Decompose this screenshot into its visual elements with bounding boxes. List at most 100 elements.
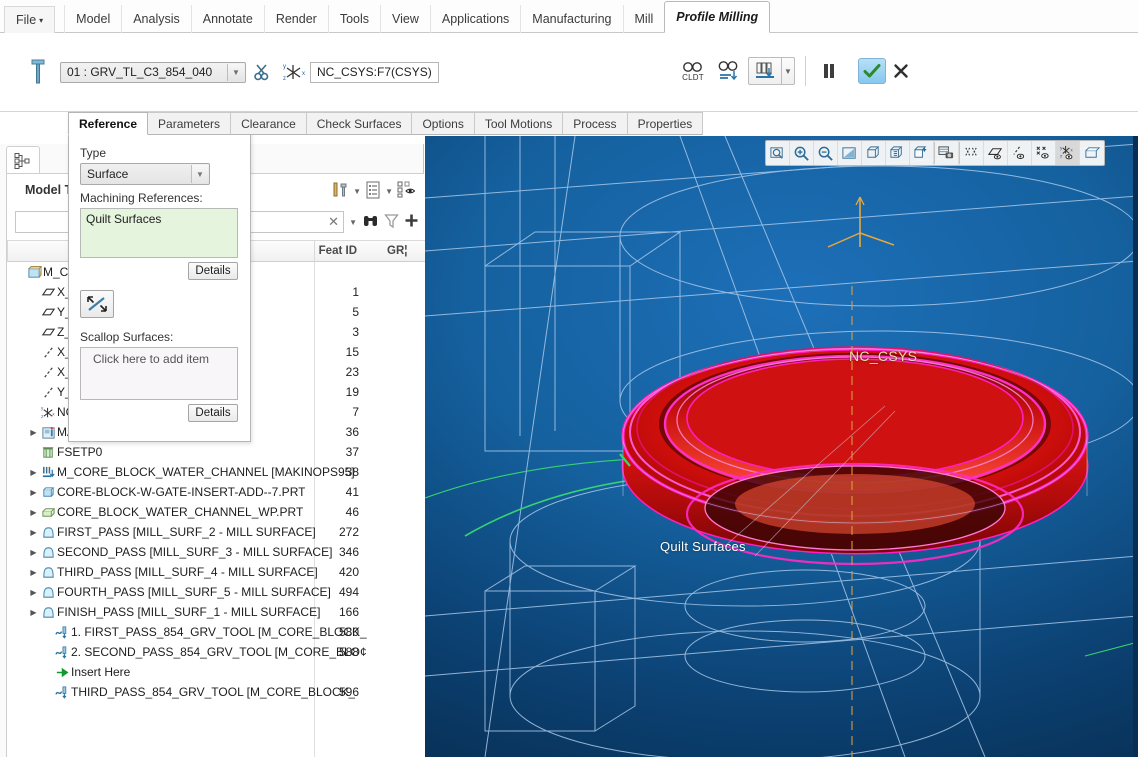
machining-references-details-button[interactable]: Details <box>188 262 238 280</box>
panel-tab-check-surfaces[interactable]: Check Surfaces <box>305 112 413 135</box>
tree-row[interactable]: ▶ FINISH_PASS [MILL_SURF_1 - MILL SURFACE… <box>7 602 425 622</box>
viewport-annotation-display-icon[interactable] <box>1080 141 1104 165</box>
model-tree-icon[interactable] <box>6 146 40 174</box>
ribbon-tab-annotate[interactable]: Annotate <box>190 5 265 33</box>
tree-columns-icon[interactable] <box>365 181 381 202</box>
ribbon-tab-view[interactable]: View <box>380 5 431 33</box>
ribbon-tab-profile-milling[interactable]: Profile Milling <box>664 1 771 33</box>
cldt-button[interactable]: CLDT <box>676 54 710 88</box>
settings-tools-icon[interactable] <box>331 181 349 202</box>
viewport-zoom-box-icon[interactable] <box>766 141 790 165</box>
tree-row[interactable]: FSETP0 37 <box>7 442 425 462</box>
tree-row[interactable]: ▶ CORE-BLOCK-W-GATE-INSERT-ADD--7.PRT 41 <box>7 482 425 502</box>
coordinate-system-icon[interactable]: y z x <box>280 61 310 83</box>
tree-row[interactable]: 1. FIRST_PASS_854_GRV_TOOL [M_CORE_BLOCK… <box>7 622 425 642</box>
viewport-refit-icon[interactable] <box>838 141 862 165</box>
chevron-down-icon[interactable]: ▼ <box>385 187 393 196</box>
panel-tab-reference[interactable]: Reference <box>68 112 149 135</box>
tree-row[interactable]: ▶ THIRD_PASS [MILL_SURF_4 - MILL SURFACE]… <box>7 562 425 582</box>
viewport-saved-views-icon[interactable] <box>886 141 910 165</box>
ok-button[interactable] <box>858 58 886 84</box>
expand-arrow-icon[interactable]: ▶ <box>27 608 40 617</box>
tree-row[interactable]: ▶ M_CORE_BLOCK_WATER_CHANNEL [MAKINOPS95]… <box>7 462 425 482</box>
viewport-zoom-out-icon[interactable] <box>814 141 838 165</box>
viewport-axis-display-icon[interactable] <box>1008 141 1032 165</box>
tree-row-feat-id: 7 <box>352 405 359 419</box>
panel-tab-tool-motions[interactable]: Tool Motions <box>473 112 564 135</box>
tree-row[interactable]: THIRD_PASS_854_GRV_TOOL [M_CORE_BLOCK_ 59… <box>7 682 425 702</box>
expand-arrow-icon[interactable]: ▶ <box>27 568 40 577</box>
panel-tab-options[interactable]: Options <box>411 112 475 135</box>
svg-text:z: z <box>1060 154 1063 159</box>
ribbon-tab-render[interactable]: Render <box>263 5 329 33</box>
viewport-plane-display-icon[interactable] <box>984 141 1008 165</box>
ribbon-tab-model[interactable]: Model <box>64 5 123 33</box>
expand-arrow-icon[interactable]: ▶ <box>27 588 40 597</box>
ribbon-tab-label: Manufacturing <box>532 12 612 26</box>
column-header-feat-id[interactable]: Feat ID <box>297 241 357 262</box>
viewport-toolbar[interactable]: yz x <box>765 140 1105 166</box>
tree-row[interactable]: ▶ CORE_BLOCK_WATER_CHANNEL_WP.PRT 46 <box>7 502 425 522</box>
ribbon-tab-file[interactable]: File ▾ <box>4 6 56 33</box>
panel-tab-process[interactable]: Process <box>562 112 628 135</box>
cancel-button[interactable] <box>888 58 914 84</box>
viewport-zoom-in-icon[interactable] <box>790 141 814 165</box>
chevron-down-icon[interactable]: ▼ <box>349 218 357 227</box>
viewport-csys-display-icon[interactable]: yz x <box>1056 141 1080 165</box>
viewport-point-display-icon[interactable] <box>1032 141 1056 165</box>
clear-x-icon[interactable]: ✕ <box>328 214 339 230</box>
ribbon-tab-analysis[interactable]: Analysis <box>121 5 192 33</box>
pause-button[interactable] <box>816 58 842 84</box>
tree-row-feat-id: 36 <box>345 425 359 439</box>
add-plus-icon[interactable] <box>404 213 419 231</box>
ribbon-tab-applications[interactable]: Applications <box>429 5 522 33</box>
workcell-icon <box>40 425 57 440</box>
scallop-placeholder[interactable]: Click here to add item <box>93 352 232 366</box>
tree-row[interactable]: Insert Here <box>7 662 425 682</box>
play-toolpath-button[interactable] <box>712 54 746 88</box>
chevron-down-icon[interactable]: ▼ <box>227 63 244 81</box>
tree-row[interactable]: ▶ FIRST_PASS [MILL_SURF_2 - MILL SURFACE]… <box>7 522 425 542</box>
tree-filter-display-icon[interactable] <box>397 181 417 202</box>
list-item[interactable]: Quilt Surfaces <box>86 212 232 226</box>
csys-reference-field[interactable]: NC_CSYS:F7(CSYS) <box>310 61 439 83</box>
tree-row[interactable]: 2. SECOND_PASS_854_GRV_TOOL [M_CORE_BLO¢… <box>7 642 425 662</box>
expand-arrow-icon[interactable]: ▶ <box>27 488 40 497</box>
chevron-down-icon[interactable]: ▼ <box>353 187 361 196</box>
panel-tab-parameters[interactable]: Parameters <box>147 112 232 135</box>
expand-arrow-icon[interactable]: ▶ <box>27 468 40 477</box>
filter-funnel-icon[interactable] <box>384 213 399 232</box>
scissors-icon[interactable] <box>246 62 280 82</box>
panel-tab-clearance[interactable]: Clearance <box>230 112 307 135</box>
scallop-surfaces-list[interactable]: Click here to add item <box>80 347 238 400</box>
expand-arrow-icon[interactable]: ▶ <box>27 508 40 517</box>
expand-arrow-icon[interactable]: ▶ <box>27 428 40 437</box>
toolpath-display-button[interactable] <box>748 57 782 85</box>
find-binoculars-icon[interactable] <box>362 213 379 232</box>
ribbon-tab-tools[interactable]: Tools <box>327 5 381 33</box>
viewport-view-manager-icon[interactable] <box>910 141 934 165</box>
ribbon-tab-manufacturing[interactable]: Manufacturing <box>520 5 624 33</box>
svg-text:z: z <box>41 414 44 419</box>
expand-arrow-icon[interactable]: ▶ <box>27 548 40 557</box>
expand-arrow-icon[interactable]: ▶ <box>27 528 40 537</box>
chevron-down-icon[interactable]: ▼ <box>191 165 208 183</box>
chevron-down-icon[interactable]: ▾ <box>39 16 43 25</box>
type-select[interactable]: Surface ▼ <box>80 163 210 185</box>
tree-row-feat-id: 46 <box>345 505 359 519</box>
viewport-datum-display-icon[interactable] <box>960 141 984 165</box>
ribbon-tab-mill[interactable]: Mill <box>622 5 666 33</box>
machining-references-list[interactable]: Quilt Surfaces <box>80 208 238 258</box>
tree-row[interactable]: ▶ SECOND_PASS [MILL_SURF_3 - MILL SURFACE… <box>7 542 425 562</box>
flip-direction-icon[interactable] <box>80 290 114 318</box>
viewport-screen-capture-icon[interactable] <box>935 141 959 165</box>
viewport-display-style-icon[interactable] <box>862 141 886 165</box>
tree-row[interactable]: ▶ FOURTH_PASS [MILL_SURF_5 - MILL SURFACE… <box>7 582 425 602</box>
graphics-viewport[interactable]: yzx NC_CSYS Quilt Surfaces <box>425 136 1138 757</box>
ribbon-tab-label: Mill <box>634 12 654 26</box>
tool-selector-combo[interactable]: 01 : GRV_TL_C3_854_040 ▼ <box>60 61 246 83</box>
panel-tab-properties[interactable]: Properties <box>626 112 704 135</box>
scallop-details-button[interactable]: Details <box>188 404 238 422</box>
chevron-down-icon[interactable]: ▼ <box>782 57 795 85</box>
column-header-group[interactable]: GR¦ <box>387 241 427 262</box>
